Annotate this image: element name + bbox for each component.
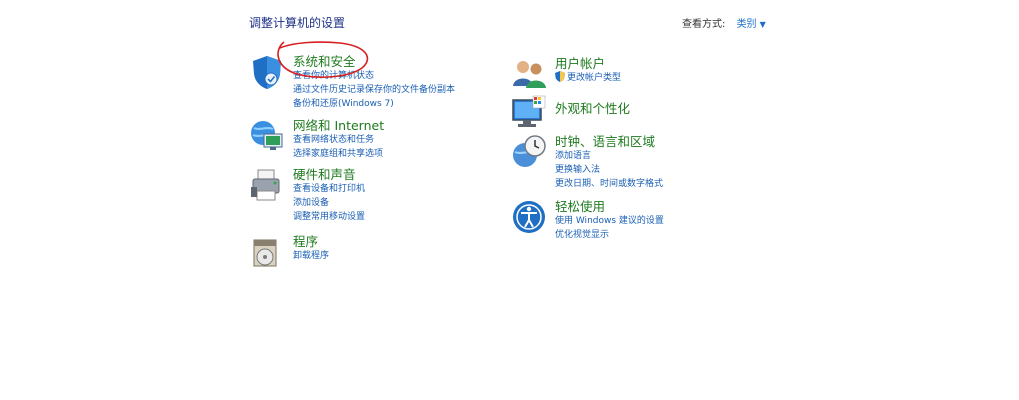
category-title[interactable]: 轻松使用 — [555, 199, 664, 214]
chevron-down-icon: ▼ — [759, 20, 766, 29]
programs-disc-icon[interactable] — [249, 234, 285, 270]
category-title[interactable]: 时钟、语言和区域 — [555, 134, 663, 149]
link-date-time-format[interactable]: 更改日期、时间或数字格式 — [555, 177, 663, 191]
link-backup-restore[interactable]: 备份和还原(Windows 7) — [293, 97, 455, 111]
uac-shield-icon — [555, 71, 565, 82]
users-icon[interactable] — [511, 56, 547, 92]
link-devices-printers[interactable]: 查看设备和打印机 — [293, 182, 365, 196]
link-mobility-settings[interactable]: 调整常用移动设置 — [293, 210, 365, 224]
link-add-language[interactable]: 添加语言 — [555, 149, 663, 163]
view-by-value: 类别 — [736, 19, 757, 30]
ease-of-access-icon[interactable] — [511, 199, 547, 235]
link-homegroup[interactable]: 选择家庭组和共享选项 — [293, 147, 384, 161]
category-title[interactable]: 硬件和声音 — [293, 167, 365, 182]
view-by-dropdown[interactable]: 类别 ▼ — [737, 19, 766, 30]
link-change-account-type[interactable]: 更改帐户类型 — [555, 71, 621, 85]
printer-icon[interactable] — [249, 167, 285, 203]
view-by-label: 查看方式: — [682, 19, 726, 30]
link-uninstall[interactable]: 卸载程序 — [293, 249, 329, 263]
category-title[interactable]: 外观和个性化 — [555, 101, 630, 116]
page-title: 调整计算机的设置 — [249, 16, 346, 30]
category-title[interactable]: 网络和 Internet — [293, 118, 384, 133]
link-network-status[interactable]: 查看网络状态和任务 — [293, 133, 384, 147]
link-recommended-settings[interactable]: 使用 Windows 建议的设置 — [555, 214, 664, 228]
monitor-palette-icon[interactable] — [511, 94, 547, 130]
network-globe-icon[interactable] — [249, 118, 285, 154]
clock-globe-icon[interactable] — [511, 134, 547, 170]
annotation-circle — [277, 41, 369, 78]
category-title[interactable]: 程序 — [293, 234, 329, 249]
view-by: 查看方式: 类别 ▼ — [682, 15, 766, 30]
link-file-history[interactable]: 通过文件历史记录保存你的文件备份副本 — [293, 83, 455, 97]
link-change-input[interactable]: 更换输入法 — [555, 163, 663, 177]
link-optimize-display[interactable]: 优化视觉显示 — [555, 228, 664, 242]
category-title[interactable]: 用户帐户 — [555, 56, 621, 71]
link-label: 更改帐户类型 — [567, 73, 622, 83]
link-add-device[interactable]: 添加设备 — [293, 196, 365, 210]
